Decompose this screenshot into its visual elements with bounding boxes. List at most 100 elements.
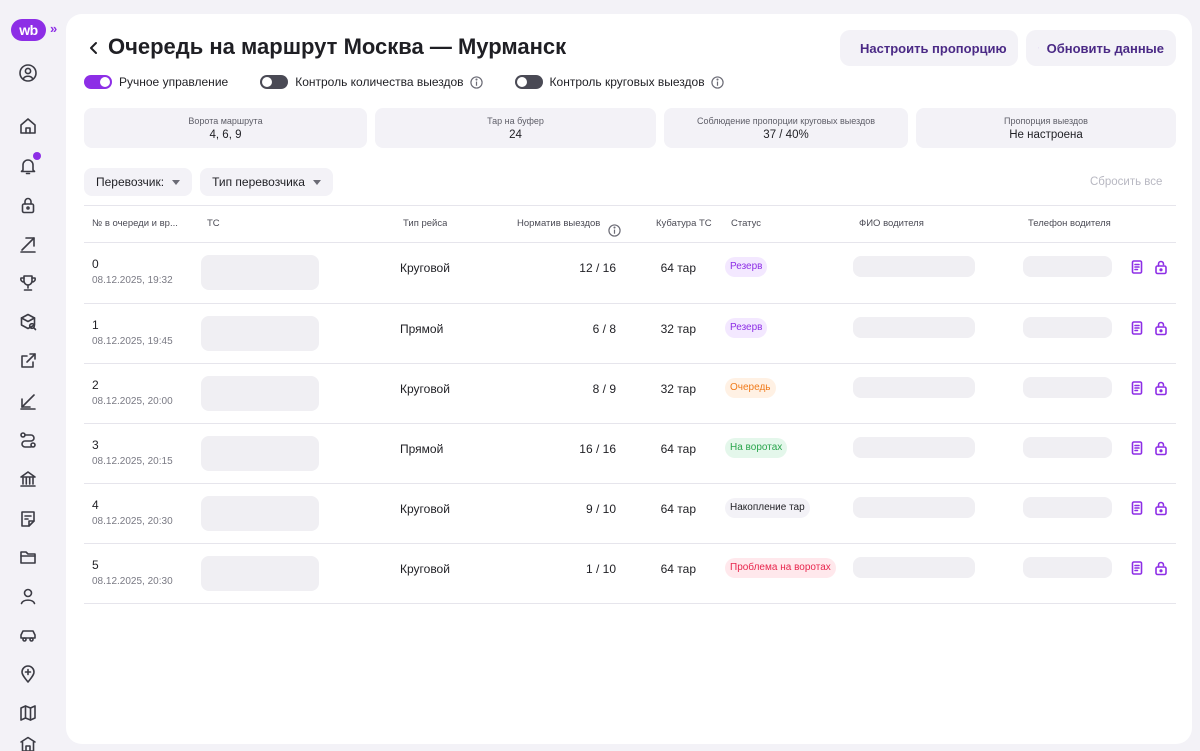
- sidebar-item-folder[interactable]: [17, 546, 39, 568]
- queue-number: 3: [92, 438, 99, 452]
- stats-bar: Ворота маршрута 4, 6, 9 Тар на буфер 24 Собл…: [84, 108, 1176, 148]
- document-icon[interactable]: [1129, 259, 1145, 275]
- unlock-icon[interactable]: [1153, 259, 1169, 275]
- driver-name-placeholder: [853, 497, 975, 518]
- column-trip-type[interactable]: Тип рейса: [403, 206, 447, 242]
- document-icon[interactable]: [1129, 560, 1145, 576]
- unlock-icon[interactable]: [1153, 500, 1169, 516]
- column-norm-label: Норматив выездов: [517, 218, 601, 229]
- sidebar-item-arrow-up-right[interactable]: [17, 233, 39, 255]
- folder-icon: [20, 551, 36, 564]
- toggle-switch[interactable]: [84, 75, 112, 89]
- table-header: № в очереди и вр... ТС Тип рейса Нормати…: [84, 205, 1176, 243]
- info-icon[interactable]: [710, 75, 724, 89]
- table-row[interactable]: 0 08.12.2025, 19:32 Круговой 12 / 16 64 тар Р…: [84, 243, 1176, 304]
- table-row[interactable]: 4 08.12.2025, 20:30 Круговой 9 / 10 64 тар На…: [84, 484, 1176, 544]
- reset-all-button[interactable]: Сбросить все: [1090, 176, 1162, 188]
- column-status[interactable]: Статус: [731, 206, 761, 242]
- note-icon: [21, 511, 35, 527]
- stat-label: Пропорция выездов: [1004, 115, 1088, 126]
- stat-label: Соблюдение пропорции круговых выездов: [696, 115, 875, 126]
- document-icon[interactable]: [1129, 500, 1145, 516]
- column-cubature[interactable]: Кубатура ТС: [656, 206, 712, 242]
- wb-logo[interactable]: wb: [11, 19, 46, 41]
- departure-norm: 1 / 10: [585, 562, 616, 576]
- table-row[interactable]: 2 08.12.2025, 20:00 Круговой 8 / 9 32 тар Оче…: [84, 364, 1176, 424]
- queue-number: 5: [92, 558, 99, 572]
- sidebar-item-user-circle[interactable]: [17, 62, 39, 84]
- stat-label: Ворота маршрута: [188, 115, 263, 126]
- queue-datetime: 08.12.2025, 20:00: [92, 396, 173, 407]
- carrier-filter[interactable]: Перевозчик:: [84, 168, 193, 196]
- queue-datetime: 08.12.2025, 20:30: [92, 576, 173, 587]
- car-icon: [20, 630, 36, 642]
- sidebar-item-home[interactable]: [17, 115, 39, 137]
- sidebar-item-car[interactable]: [17, 624, 39, 646]
- departure-norm: 8 / 9: [592, 382, 616, 396]
- driver-phone-placeholder: [1023, 557, 1112, 578]
- sidebar-item-note[interactable]: [17, 508, 39, 530]
- unlock-icon[interactable]: [1153, 380, 1169, 396]
- unlock-icon[interactable]: [1153, 440, 1169, 456]
- info-icon[interactable]: [608, 217, 621, 237]
- filter-bar: Перевозчик: Тип перевозчика: [84, 168, 333, 196]
- column-phone[interactable]: Телефон водителя: [1028, 206, 1111, 242]
- sidebar-item-map[interactable]: [17, 702, 39, 724]
- document-icon[interactable]: [1129, 380, 1145, 396]
- sidebar-item-person[interactable]: [17, 585, 39, 607]
- unlock-icon[interactable]: [1153, 320, 1169, 336]
- carrier-type-filter-label: Тип перевозчика: [212, 175, 305, 189]
- driver-phone-placeholder: [1023, 256, 1112, 277]
- table-row[interactable]: 1 08.12.2025, 19:45 Прямой 6 / 8 32 тар Резер…: [84, 304, 1176, 364]
- unlock-icon[interactable]: [1153, 560, 1169, 576]
- driver-phone-placeholder: [1023, 377, 1112, 398]
- map-pin-plus-icon: [21, 665, 35, 683]
- departure-norm: 9 / 10: [585, 502, 616, 516]
- column-fio[interactable]: ФИО водителя: [859, 206, 924, 242]
- carrier-type-filter[interactable]: Тип перевозчика: [200, 168, 333, 196]
- column-ts[interactable]: ТС: [207, 206, 220, 242]
- table-row[interactable]: 5 08.12.2025, 20:30 Круговой 1 / 10 64 тар Пр…: [84, 544, 1176, 604]
- sidebar-item-bell[interactable]: [17, 152, 41, 177]
- status-badge: Резерв: [725, 318, 768, 338]
- driver-name-placeholder: [853, 437, 975, 458]
- toggle-label: Ручное управление: [119, 75, 229, 89]
- sidebar-item-route[interactable]: [17, 429, 39, 451]
- sidebar-item-arrow-down-left[interactable]: [17, 390, 39, 412]
- sidebar-item-bank[interactable]: [17, 468, 39, 490]
- status-badge: Накопление тар: [725, 498, 810, 518]
- sidebar-item-map-pin-plus[interactable]: [17, 663, 39, 685]
- stat-card: Пропорция выездов Не настроена: [916, 108, 1176, 148]
- table-row[interactable]: 3 08.12.2025, 20:15 Прямой 16 / 16 64 тар На …: [84, 424, 1176, 484]
- document-icon[interactable]: [1129, 320, 1145, 336]
- queue-datetime: 08.12.2025, 20:30: [92, 516, 173, 527]
- stat-value: 4, 6, 9: [209, 128, 242, 141]
- sidebar-item-external-link[interactable]: [17, 350, 39, 372]
- refresh-icon: [1038, 47, 1039, 49]
- toggle-switch[interactable]: [260, 75, 289, 89]
- trophy-icon: [20, 275, 36, 291]
- sidebar-expand-icon[interactable]: »: [50, 21, 57, 37]
- page-title: Очередь на маршрут Москва — Мурманск: [108, 34, 567, 59]
- back-button[interactable]: [84, 36, 104, 60]
- building-icon: [20, 736, 36, 751]
- ts-placeholder: [201, 255, 319, 290]
- sidebar-item-trophy[interactable]: [17, 272, 39, 294]
- trip-type: Круговой: [400, 382, 450, 396]
- status-badge: Проблема на воротах: [725, 558, 836, 578]
- sidebar-item-box-search[interactable]: [17, 311, 39, 333]
- sidebar-item-building[interactable]: [17, 733, 39, 751]
- trip-type: Прямой: [400, 322, 444, 336]
- document-icon[interactable]: [1129, 440, 1145, 456]
- configure-proportion-button[interactable]: Настроить пропорцию: [840, 30, 1018, 66]
- refresh-data-button[interactable]: Обновить данные: [1026, 30, 1176, 66]
- toggle-label: Контроль количества выездов: [295, 75, 464, 89]
- toggle-switch[interactable]: [514, 75, 543, 89]
- sidebar-item-lock[interactable]: [17, 194, 39, 216]
- driver-name-placeholder: [853, 256, 975, 277]
- cubature: 64 тар: [660, 502, 696, 516]
- column-norm[interactable]: Норматив выездов: [517, 206, 621, 242]
- column-queue[interactable]: № в очереди и вр...: [92, 206, 184, 242]
- info-icon[interactable]: [469, 75, 483, 89]
- user-circle-icon: [19, 64, 37, 82]
